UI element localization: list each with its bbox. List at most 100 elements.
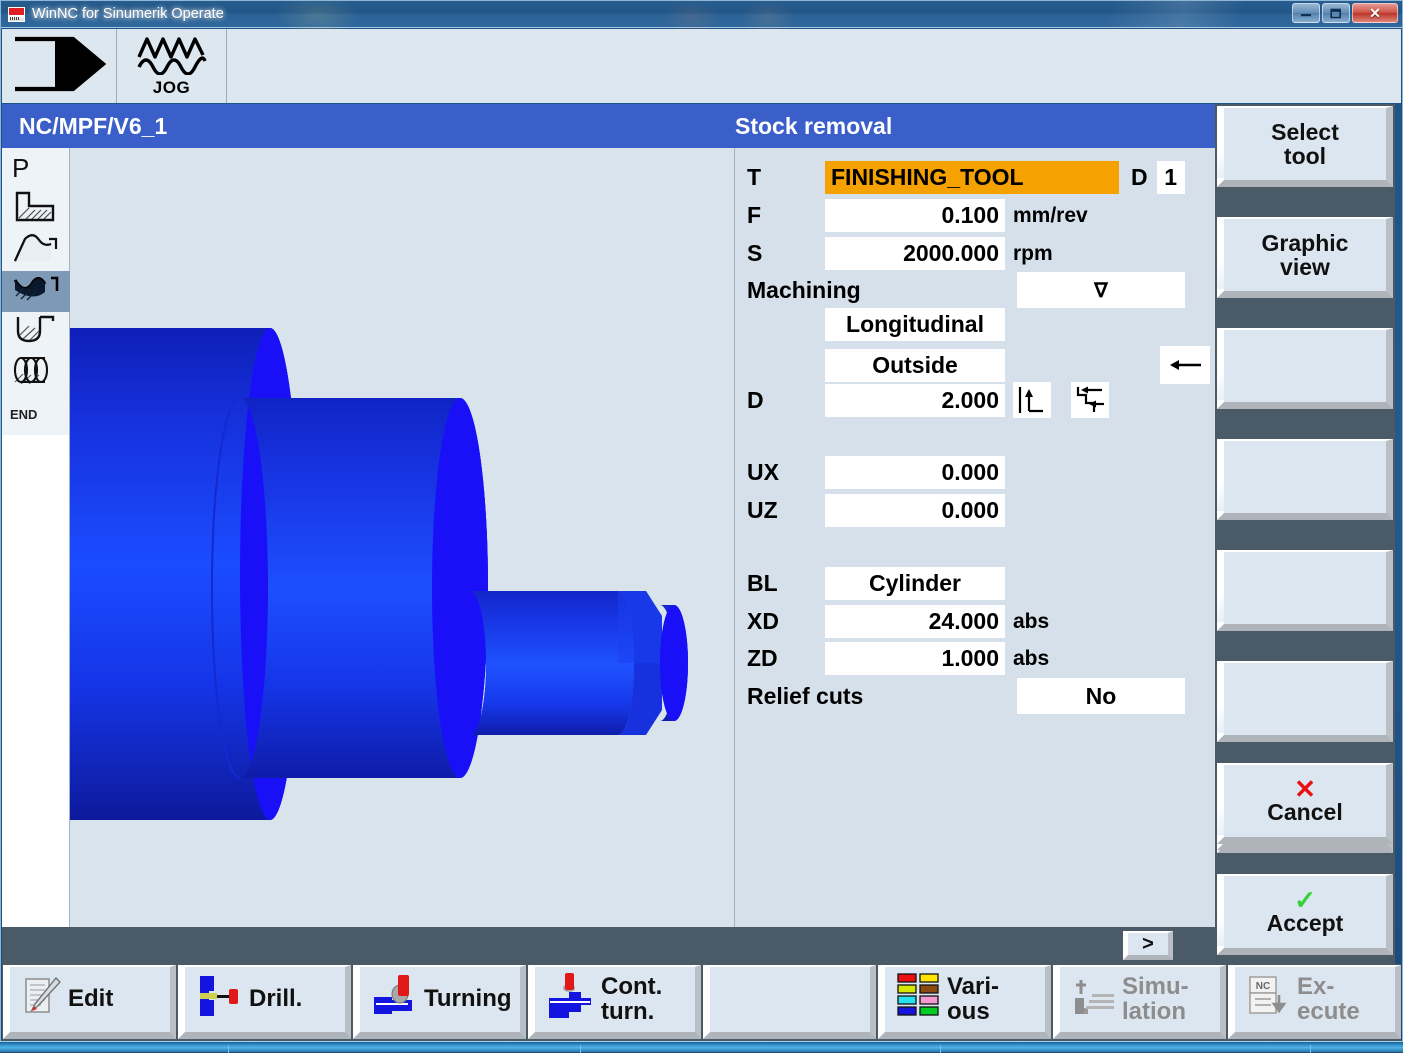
softkey-various-label: Vari- ous xyxy=(947,975,999,1024)
form-row-tool: T FINISHING_TOOL D 1 xyxy=(747,161,1185,194)
rail-item-groove[interactable] xyxy=(2,312,70,353)
uz-field[interactable]: 0.000 xyxy=(825,494,1005,527)
uz-label: UZ xyxy=(747,497,825,524)
turning-icon xyxy=(372,973,418,1026)
tool-name-field[interactable]: FINISHING_TOOL xyxy=(825,161,1119,194)
various-line2: ous xyxy=(947,1000,999,1024)
softkey-graphic-view[interactable]: Graphic view xyxy=(1217,217,1393,298)
rail-item-end[interactable]: END xyxy=(2,394,70,435)
stair-left-arrows-icon[interactable] xyxy=(1071,382,1109,418)
softkey-graphic-view-line1: Graphic xyxy=(1262,230,1349,256)
softkey-6[interactable] xyxy=(1217,661,1393,742)
softkey-select-tool-line1: Select xyxy=(1271,119,1339,145)
svg-text:NC: NC xyxy=(1256,981,1270,992)
app-logo-icon xyxy=(8,7,25,22)
window-title: WinNC for Sinumerik Operate xyxy=(32,6,224,22)
softkey-simulation[interactable]: Simu- lation xyxy=(1053,965,1226,1039)
softkey-edit[interactable]: Edit xyxy=(3,965,176,1039)
rail-item-contour[interactable] xyxy=(2,230,70,271)
form-row-direction-2: Outside xyxy=(825,346,1210,384)
blank-field[interactable]: Cylinder xyxy=(825,567,1005,600)
xd-field[interactable]: 24.000 xyxy=(825,605,1005,638)
various-colors-icon xyxy=(897,972,941,1027)
feed-field[interactable]: 0.100 xyxy=(825,199,1005,232)
window-titlebar[interactable]: WinNC for Sinumerik Operate ✕ xyxy=(1,1,1402,28)
rail-empty-space xyxy=(2,435,69,927)
depth-field[interactable]: 2.000 xyxy=(825,384,1005,417)
softkey-contour-turning[interactable]: Cont. turn. xyxy=(528,965,701,1039)
softkey-blank[interactable] xyxy=(703,965,876,1039)
softkey-turning-label: Turning xyxy=(424,987,512,1011)
minimize-button[interactable] xyxy=(1292,3,1320,23)
softkey-contour-turning-label: Cont. turn. xyxy=(601,975,662,1024)
softkey-various[interactable]: Vari- ous xyxy=(878,965,1051,1039)
machining-label: Machining xyxy=(747,277,1017,304)
jog-mode-button[interactable]: JOG xyxy=(117,29,227,103)
softkey-cancel-label: Cancel xyxy=(1267,799,1342,825)
tool-d-field[interactable]: 1 xyxy=(1157,161,1185,194)
rail-item-thread[interactable] xyxy=(2,353,70,394)
ux-field[interactable]: 0.000 xyxy=(825,456,1005,489)
rail-item-step-profile[interactable] xyxy=(2,189,70,230)
breadcrumb: NC/MPF/V6_1 xyxy=(19,113,167,140)
close-button[interactable]: ✕ xyxy=(1352,3,1398,23)
form-row-zd: ZD 1.000 abs xyxy=(747,642,1049,675)
blank-label: BL xyxy=(747,570,825,597)
softkey-drill[interactable]: Drill. xyxy=(178,965,351,1039)
groove-icon xyxy=(13,313,59,352)
simulation-icon xyxy=(1072,974,1116,1025)
softkey-edit-label: Edit xyxy=(68,987,113,1011)
channel-status-button[interactable] xyxy=(2,29,117,103)
rail-item-program-p[interactable]: P xyxy=(2,148,70,189)
softkey-execute[interactable]: NC Ex- ecute xyxy=(1228,965,1401,1039)
desktop-background: WinNC for Sinumerik Operate ✕ xyxy=(0,0,1403,1052)
softkey-accept-label: Accept xyxy=(1267,910,1344,936)
form-row-depth: D 2.000 xyxy=(747,382,1109,418)
zd-label: ZD xyxy=(747,645,825,672)
window-controls: ✕ xyxy=(1292,3,1398,23)
feed-unit: mm/rev xyxy=(1013,204,1088,228)
corner-up-axis-icon[interactable] xyxy=(1013,382,1051,418)
drill-icon xyxy=(197,973,243,1026)
page-header: NC/MPF/V6_1 Stock removal xyxy=(2,104,1215,148)
speed-field[interactable]: 2000.000 xyxy=(825,237,1005,270)
xd-unit: abs xyxy=(1013,610,1049,634)
cut-side-field[interactable]: Outside xyxy=(825,349,1005,382)
softkey-select-tool-line2: tool xyxy=(1284,143,1326,169)
letter-p-icon: P xyxy=(12,153,29,184)
feed-label: F xyxy=(747,202,825,229)
softkey-cancel[interactable]: ✕ Cancel xyxy=(1217,763,1393,844)
mode-bar: JOG xyxy=(2,29,1401,103)
rail-item-stock-removal[interactable] xyxy=(2,271,70,312)
jog-wave-icon xyxy=(135,35,209,80)
mode-bar-empty xyxy=(227,29,1401,103)
vertical-softkey-column: Select tool Graphic view ✕ Cancel xyxy=(1215,104,1395,964)
relief-field[interactable]: No xyxy=(1017,678,1185,714)
contour-curve-icon xyxy=(11,231,61,270)
tool-d-label: D xyxy=(1131,164,1148,191)
end-marker-icon: END xyxy=(10,407,37,422)
tool-label: T xyxy=(747,164,825,191)
softkey-5[interactable] xyxy=(1217,550,1393,631)
form-row-direction-1: Longitudinal xyxy=(825,308,1005,341)
speed-unit: rpm xyxy=(1013,242,1053,266)
softkey-3[interactable] xyxy=(1217,328,1393,409)
maximize-button[interactable] xyxy=(1322,3,1350,23)
cut-direction-field[interactable]: Longitudinal xyxy=(825,308,1005,341)
softkey-4[interactable] xyxy=(1217,439,1393,520)
step-profile-icon xyxy=(13,190,59,229)
stock-removal-icon xyxy=(11,272,61,311)
workpiece-graphic-view[interactable] xyxy=(70,148,734,927)
thread-icon xyxy=(11,355,61,392)
machining-mode-field[interactable]: ∇ xyxy=(1017,272,1185,308)
channel-arrow-icon xyxy=(11,35,107,98)
softkey-accept[interactable]: ✓ Accept xyxy=(1217,874,1393,955)
softkey-select-tool[interactable]: Select tool xyxy=(1217,106,1393,187)
softkey-execute-label: Ex- ecute xyxy=(1297,975,1360,1024)
zd-field[interactable]: 1.000 xyxy=(825,642,1005,675)
arrow-left-icon[interactable] xyxy=(1160,346,1210,384)
softkey-more[interactable]: > xyxy=(1123,931,1173,960)
taskbar[interactable] xyxy=(0,1041,1403,1052)
softkey-turning[interactable]: Turning xyxy=(353,965,526,1039)
depth-label: D xyxy=(747,387,825,414)
